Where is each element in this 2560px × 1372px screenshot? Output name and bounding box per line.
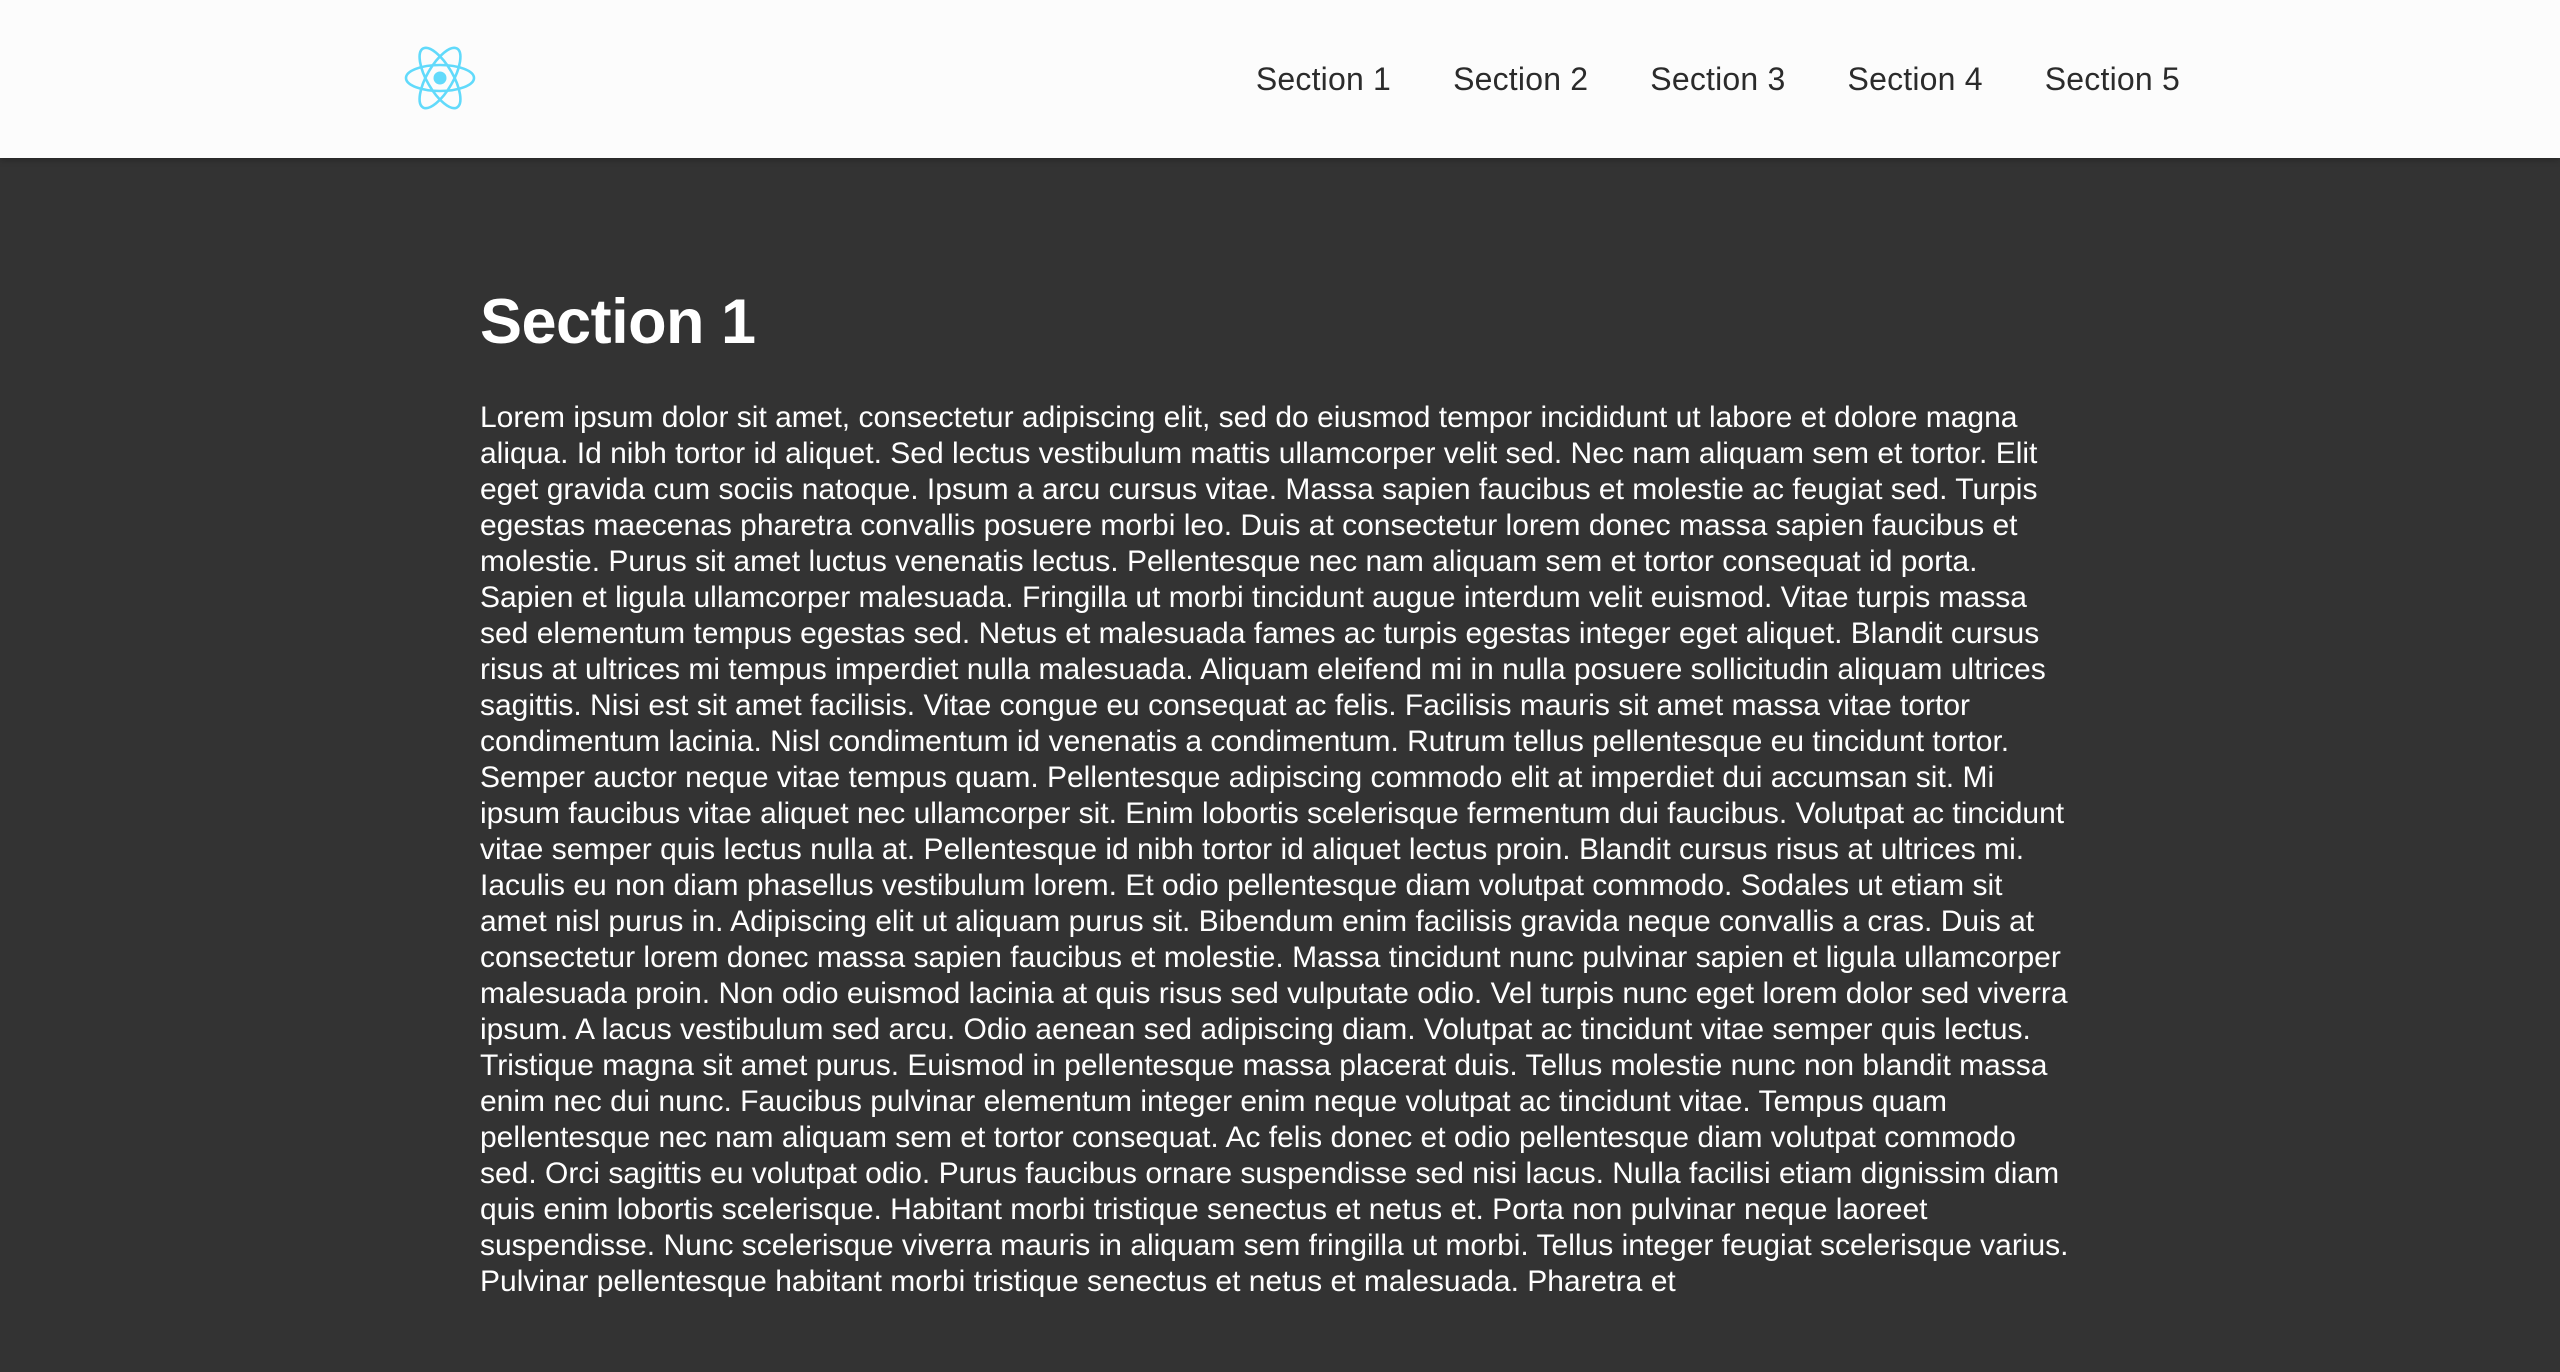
nav-link-section-4[interactable]: Section 4	[1848, 61, 1983, 98]
section-body-text: Lorem ipsum dolor sit amet, consectetur …	[480, 401, 2069, 1299]
top-navbar: Section 1 Section 2 Section 3 Section 4 …	[0, 0, 2560, 158]
nav-link-section-1[interactable]: Section 1	[1256, 61, 1391, 98]
react-atom-icon[interactable]	[400, 42, 480, 114]
section-nav: Section 1 Section 2 Section 3 Section 4 …	[1256, 0, 2180, 158]
nav-link-section-2[interactable]: Section 2	[1453, 61, 1588, 98]
nav-link-section-3[interactable]: Section 3	[1650, 61, 1785, 98]
nav-link-section-5[interactable]: Section 5	[2045, 61, 2180, 98]
section-title: Section 1	[480, 287, 756, 357]
main-content: Section 1 Lorem ipsum dolor sit amet, co…	[480, 158, 2070, 1372]
